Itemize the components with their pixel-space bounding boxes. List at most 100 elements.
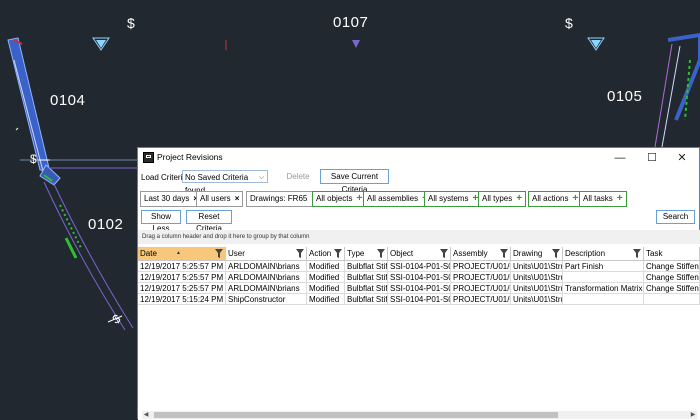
sort-arrow-icon: ▲ — [176, 250, 181, 256]
plus-icon[interactable]: + — [572, 193, 578, 204]
cell-action: Modified — [307, 294, 345, 305]
filter-chip-actions[interactable]: All actions + — [528, 191, 583, 207]
cell-type: Bulbflat Stiff — [345, 283, 388, 294]
column-header-label: Action — [309, 249, 332, 258]
scroll-right-icon[interactable]: ▶ — [689, 411, 697, 419]
horizontal-scrollbar[interactable]: ◀ ▶ — [142, 411, 697, 419]
filter-chip-objects[interactable]: All objects + — [312, 191, 367, 207]
column-header-object[interactable]: Object — [388, 247, 451, 261]
dollar-symbol: $ — [127, 15, 136, 31]
cell-type: Bulbflat Stiff — [345, 261, 388, 272]
chevron-down-icon: ⌵ — [258, 174, 264, 181]
column-header-label: Type — [347, 249, 365, 258]
grid-header: Date ▲ User Action Type Object Assembly … — [138, 247, 700, 261]
save-criteria-button[interactable]: Save Current Criteria — [320, 169, 389, 194]
minimize-button[interactable]: — — [605, 148, 635, 168]
scrollbar-thumb[interactable] — [154, 412, 558, 418]
column-header-label: User — [228, 249, 245, 258]
cell-drawing: Units\U01\Struc — [511, 272, 563, 283]
filter-funnel-icon[interactable] — [440, 249, 448, 258]
cell-drawing: Units\U01\Struc — [511, 294, 563, 305]
cell-user: ARLDOMAIN\brians — [226, 283, 307, 294]
cell-description: Part Finish — [563, 261, 644, 272]
frame-label-0105: 0105 — [607, 88, 643, 105]
cell-task: Change Stiffener — [644, 283, 700, 294]
filter-funnel-icon[interactable] — [215, 249, 223, 258]
cell-assembly: PROJECT/U01/0 — [451, 272, 511, 283]
show-less-button[interactable]: Show Less — [141, 210, 181, 233]
column-header-type[interactable]: Type — [345, 247, 388, 261]
cell-description — [563, 294, 644, 305]
cell-task: Change Stiffener — [644, 261, 700, 272]
filter-funnel-icon[interactable] — [552, 249, 560, 258]
filter-chip-label: All assemblies — [367, 194, 419, 203]
column-header-description[interactable]: Description — [563, 247, 644, 261]
column-header-task[interactable]: Task — [644, 247, 700, 261]
title-bar[interactable]: Project Revisions — ☐ ✕ — [138, 148, 699, 168]
filter-funnel-icon[interactable] — [500, 249, 508, 258]
cell-date: 12/19/2017 5:15:24 PM — [138, 294, 226, 305]
close-icon[interactable]: × — [235, 194, 240, 203]
table-row[interactable]: 12/19/2017 5:15:24 PM ShipConstructor Mo… — [138, 294, 700, 305]
column-header-user[interactable]: User — [226, 247, 307, 261]
filter-chip-label: Last 30 days — [144, 194, 190, 203]
table-row[interactable]: 12/19/2017 5:25:57 PM ARLDOMAIN\brians M… — [138, 261, 700, 272]
hull-frame-left — [7, 37, 51, 173]
filter-chip-types[interactable]: All types + — [478, 191, 527, 207]
reset-criteria-button[interactable]: Reset Criteria — [186, 210, 232, 233]
group-by-panel[interactable]: Drag a column header and drop it here to… — [138, 230, 700, 244]
cell-drawing: Units\U01\Struc — [511, 261, 563, 272]
column-header-assembly[interactable]: Assembly — [451, 247, 511, 261]
project-revisions-window: Project Revisions — ☐ ✕ Load Criteria: N… — [137, 147, 700, 420]
plus-icon[interactable]: + — [516, 193, 522, 204]
filter-chip-label: All systems — [428, 194, 469, 203]
table-row[interactable]: 12/19/2017 5:25:57 PM ARLDOMAIN\brians M… — [138, 272, 700, 283]
filter-chip-date[interactable]: Last 30 days× — [140, 191, 203, 207]
filter-chip-tasks[interactable]: All tasks + — [579, 191, 627, 207]
filter-chip-users[interactable]: All users × — [196, 191, 244, 207]
cell-date: 12/19/2017 5:25:57 PM — [138, 261, 226, 272]
frame-label-0107: 0107 — [333, 14, 369, 31]
filter-funnel-icon[interactable] — [334, 249, 342, 258]
frame-label-0102: 0102 — [88, 216, 124, 233]
close-button[interactable]: ✕ — [667, 148, 697, 168]
cell-assembly: PROJECT/U01/0 — [451, 261, 511, 272]
filter-chip-label: All objects — [316, 194, 353, 203]
window-title: Project Revisions — [157, 152, 223, 162]
maximize-button[interactable]: ☐ — [637, 148, 667, 168]
column-header-drawing[interactable]: Drawing — [511, 247, 563, 261]
dollar-symbol: $ — [565, 15, 574, 31]
search-button[interactable]: Search — [656, 210, 695, 224]
column-header-label: Task — [646, 249, 663, 258]
table-row[interactable]: 12/19/2017 5:25:57 PM ARLDOMAIN\brians M… — [138, 283, 700, 294]
filter-funnel-icon[interactable] — [296, 249, 304, 258]
column-header-action[interactable]: Action — [307, 247, 345, 261]
column-header-label: Description — [565, 249, 606, 258]
frame-label-0104: 0104 — [50, 92, 86, 109]
delete-button[interactable]: Delete — [280, 169, 316, 184]
filter-funnel-icon[interactable] — [633, 249, 641, 258]
cell-type: Bulbflat Stiff — [345, 294, 388, 305]
filter-chip-drawings[interactable]: Drawings: FR65× — [246, 191, 321, 207]
column-header-label: Assembly — [453, 249, 488, 258]
criteria-select[interactable]: No Saved Criteria found ⌵ — [182, 170, 268, 195]
cell-description — [563, 272, 644, 283]
cell-action: Modified — [307, 261, 345, 272]
cell-user: ShipConstructor — [226, 294, 307, 305]
filter-chip-assemblies[interactable]: All assemblies+ — [363, 191, 432, 207]
cell-task — [644, 294, 700, 305]
plus-icon[interactable]: + — [356, 193, 362, 204]
scroll-left-icon[interactable]: ◀ — [142, 411, 150, 419]
plus-icon[interactable]: + — [617, 193, 623, 204]
filter-chip-label: All types — [482, 194, 513, 203]
column-header-date[interactable]: Date ▲ — [138, 247, 226, 261]
cell-assembly: PROJECT/U01/0 — [451, 283, 511, 294]
marker-icon-left — [92, 37, 110, 51]
filter-chip-systems[interactable]: All systems + — [424, 191, 483, 207]
app-icon — [143, 152, 154, 163]
cell-object: SSI-0104-P01-S01 — [388, 261, 451, 272]
cell-type: Bulbflat Stiff — [345, 272, 388, 283]
filter-funnel-icon[interactable] — [377, 249, 385, 258]
dollar-symbol: $ — [30, 152, 38, 166]
cell-action: Modified — [307, 272, 345, 283]
